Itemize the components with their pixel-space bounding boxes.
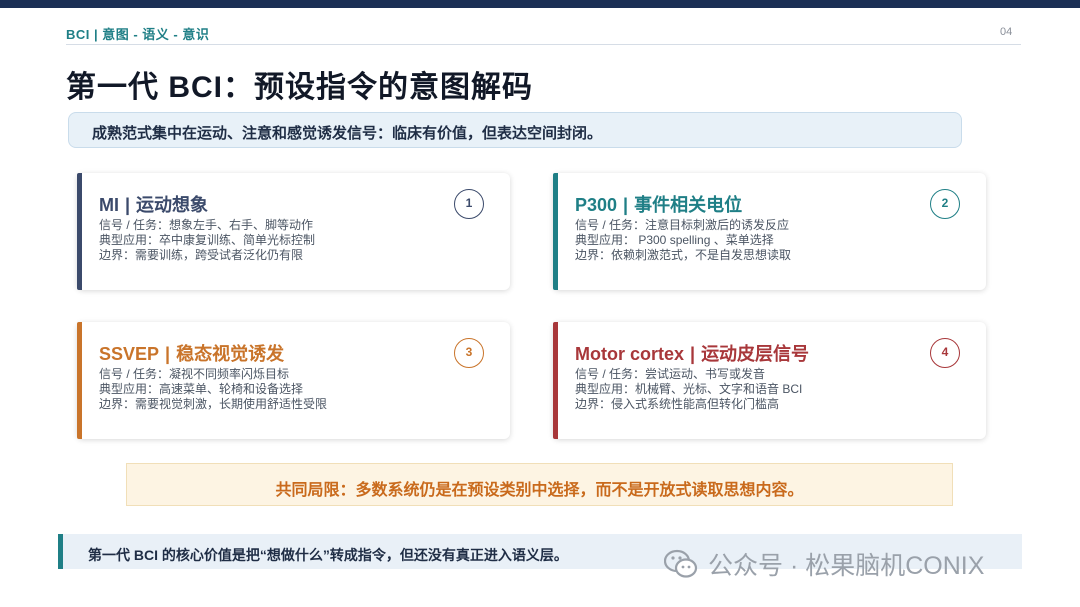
- card-heading: MI | 运动想象: [99, 195, 209, 215]
- card-accent-bar: [553, 173, 558, 290]
- card-line-application: 典型应用： P300 spelling 、菜单选择: [575, 233, 774, 247]
- card-line-application: 典型应用：机械臂、光标、文字和语音 BCI: [575, 382, 803, 396]
- card-heading: P300 | 事件相关电位: [575, 195, 743, 215]
- card-abbr: P300: [575, 195, 618, 215]
- header-divider: [66, 44, 1021, 45]
- card-line-signal: 信号 / 任务：凝视不同频率闪烁目标: [99, 367, 290, 381]
- card-name: 稳态视觉诱发: [176, 344, 285, 364]
- paradigm-card-ssvep: SSVEP | 稳态视觉诱发 3 信号 / 任务：凝视不同频率闪烁目标 典型应用：高…: [77, 322, 510, 439]
- card-line-signal: 信号 / 任务：注意目标刺激后的诱发反应: [575, 218, 790, 232]
- card-number-badge: 3: [454, 338, 484, 368]
- limitation-text: 共同局限：多数系统仍是在预设类别中选择，而不是开放式读取思想内容。: [275, 482, 804, 499]
- card-line-application: 典型应用：卒中康复训练、简单光标控制: [99, 233, 316, 247]
- card-line-signal: 信号 / 任务：尝试运动、书写或发音: [575, 367, 766, 381]
- breadcrumb: BCI | 意图 - 语义 - 意识: [66, 27, 210, 42]
- card-abbr: SSVEP: [99, 344, 160, 364]
- card-name: 运动想象: [136, 195, 209, 215]
- watermark-text: 公众号 · 松果脑机CONIX: [708, 552, 985, 580]
- card-number-badge: 1: [454, 189, 484, 219]
- card-line-application: 典型应用：高速菜单、轮椅和设备选择: [99, 382, 304, 396]
- card-number-badge: 2: [930, 189, 960, 219]
- card-heading: SSVEP | 稳态视觉诱发: [99, 344, 285, 364]
- footer-text: 第一代 BCI 的核心价值是把“想做什么”转成指令，但还没有真正进入语义层。: [88, 547, 568, 563]
- page-title: 第一代 BCI：预设指令的意图解码: [66, 71, 533, 104]
- page-number: 04: [1000, 26, 1013, 38]
- paradigm-card-motor-cortex: Motor cortex | 运动皮层信号 4 信号 / 任务：尝试运动、书写或发音…: [553, 322, 986, 439]
- watermark: 公众号 · 松果脑机CONIX: [664, 546, 984, 582]
- card-accent-bar: [77, 173, 82, 290]
- subtitle-text: 成熟范式集中在运动、注意和感觉诱发信号：临床有价值，但表达空间封闭。: [92, 125, 603, 142]
- card-abbr: Motor cortex: [575, 344, 685, 364]
- card-line-boundary: 边界：需要视觉刺激，长期使用舒适性受限: [99, 397, 328, 411]
- card-line-boundary: 边界：侵入式系统性能高但转化门槛高: [575, 397, 780, 411]
- card-line-boundary: 边界：依赖刺激范式，不是自发思想读取: [575, 248, 792, 262]
- top-accent-bar: [0, 0, 1080, 8]
- card-abbr: MI: [99, 195, 119, 215]
- paradigm-card-mi: MI | 运动想象 1 信号 / 任务：想象左手、右手、脚等动作 典型应用：卒中康复…: [77, 173, 510, 290]
- card-line-signal: 信号 / 任务：想象左手、右手、脚等动作: [99, 218, 314, 232]
- card-accent-bar: [553, 322, 558, 439]
- card-heading: Motor cortex | 运动皮层信号: [575, 344, 810, 364]
- subtitle-box: 成熟范式集中在运动、注意和感觉诱发信号：临床有价值，但表达空间封闭。: [68, 112, 962, 148]
- card-line-boundary: 边界：需要训练，跨受试者泛化仍有限: [99, 248, 304, 262]
- limitation-callout: 共同局限：多数系统仍是在预设类别中选择，而不是开放式读取思想内容。: [126, 463, 953, 506]
- card-number-badge: 4: [930, 338, 960, 368]
- wechat-icon: [664, 549, 698, 578]
- card-name: 事件相关电位: [634, 195, 743, 215]
- paradigm-card-p300: P300 | 事件相关电位 2 信号 / 任务：注意目标刺激后的诱发反应 典型应用：…: [553, 173, 986, 290]
- card-accent-bar: [77, 322, 82, 439]
- card-name: 运动皮层信号: [701, 344, 810, 364]
- footer-accent-bar: [58, 534, 63, 569]
